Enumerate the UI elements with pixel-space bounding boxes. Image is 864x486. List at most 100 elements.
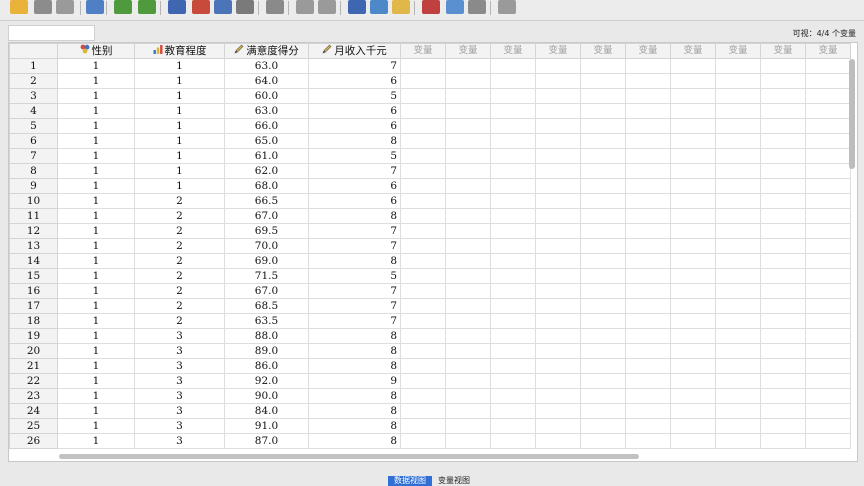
data-cell[interactable]: 63.5 [224, 313, 309, 329]
data-cell[interactable]: 1 [57, 103, 135, 119]
empty-cell[interactable] [535, 103, 581, 119]
empty-cell[interactable] [760, 343, 806, 359]
empty-cell[interactable] [805, 133, 851, 149]
row-number[interactable]: 15 [9, 268, 58, 284]
empty-cell[interactable] [535, 328, 581, 344]
empty-cell[interactable] [490, 298, 536, 314]
empty-cell[interactable] [535, 298, 581, 314]
data-cell[interactable]: 68.0 [224, 178, 309, 194]
empty-cell[interactable] [490, 283, 536, 299]
empty-cell[interactable] [760, 298, 806, 314]
empty-column-header[interactable]: 变量 [445, 43, 491, 59]
data-cell[interactable]: 1 [134, 73, 225, 89]
find-icon[interactable] [236, 0, 254, 14]
empty-cell[interactable] [715, 433, 761, 449]
empty-cell[interactable] [805, 388, 851, 404]
empty-cell[interactable] [400, 148, 446, 164]
tab-data-view[interactable]: 数据视图 [388, 476, 432, 486]
empty-cell[interactable] [670, 358, 716, 374]
empty-cell[interactable] [580, 73, 626, 89]
empty-cell[interactable] [490, 343, 536, 359]
data-cell[interactable]: 66.5 [224, 193, 309, 209]
data-cell[interactable]: 1 [57, 298, 135, 314]
vertical-scroll-thumb[interactable] [849, 59, 855, 169]
empty-cell[interactable] [445, 283, 491, 299]
empty-cell[interactable] [670, 343, 716, 359]
data-cell[interactable]: 88.0 [224, 328, 309, 344]
empty-cell[interactable] [400, 58, 446, 74]
empty-cell[interactable] [805, 148, 851, 164]
empty-cell[interactable] [445, 148, 491, 164]
data-cell[interactable]: 7 [308, 298, 401, 314]
empty-cell[interactable] [445, 208, 491, 224]
data-cell[interactable]: 1 [57, 193, 135, 209]
empty-cell[interactable] [805, 163, 851, 179]
data-cell[interactable]: 86.0 [224, 358, 309, 374]
empty-cell[interactable] [625, 118, 671, 134]
empty-cell[interactable] [670, 253, 716, 269]
empty-cell[interactable] [535, 148, 581, 164]
data-cell[interactable]: 1 [57, 388, 135, 404]
empty-cell[interactable] [760, 208, 806, 224]
empty-cell[interactable] [805, 283, 851, 299]
data-cell[interactable]: 89.0 [224, 343, 309, 359]
empty-column-header[interactable]: 变量 [580, 43, 626, 59]
empty-cell[interactable] [760, 403, 806, 419]
empty-cell[interactable] [625, 73, 671, 89]
empty-cell[interactable] [715, 163, 761, 179]
row-number[interactable]: 1 [9, 58, 58, 74]
empty-cell[interactable] [625, 103, 671, 119]
data-cell[interactable]: 1 [57, 133, 135, 149]
empty-cell[interactable] [670, 223, 716, 239]
empty-cell[interactable] [490, 88, 536, 104]
empty-cell[interactable] [760, 328, 806, 344]
empty-cell[interactable] [400, 373, 446, 389]
empty-cell[interactable] [580, 343, 626, 359]
empty-cell[interactable] [445, 253, 491, 269]
empty-cell[interactable] [760, 238, 806, 254]
empty-cell[interactable] [535, 133, 581, 149]
data-cell[interactable]: 1 [57, 253, 135, 269]
empty-cell[interactable] [760, 133, 806, 149]
empty-cell[interactable] [445, 328, 491, 344]
empty-cell[interactable] [670, 268, 716, 284]
data-cell[interactable]: 1 [57, 358, 135, 374]
empty-cell[interactable] [490, 223, 536, 239]
data-cell[interactable]: 1 [57, 433, 135, 449]
empty-cell[interactable] [445, 418, 491, 434]
empty-cell[interactable] [400, 328, 446, 344]
data-cell[interactable]: 8 [308, 358, 401, 374]
data-cell[interactable]: 1 [134, 178, 225, 194]
empty-cell[interactable] [670, 193, 716, 209]
empty-cell[interactable] [445, 163, 491, 179]
empty-cell[interactable] [715, 313, 761, 329]
empty-cell[interactable] [490, 313, 536, 329]
data-cell[interactable]: 1 [57, 163, 135, 179]
column-header[interactable]: 性别 [57, 43, 135, 59]
data-cell[interactable]: 1 [57, 328, 135, 344]
empty-cell[interactable] [715, 373, 761, 389]
empty-cell[interactable] [715, 298, 761, 314]
data-cell[interactable]: 2 [134, 208, 225, 224]
empty-cell[interactable] [625, 193, 671, 209]
empty-cell[interactable] [580, 388, 626, 404]
empty-cell[interactable] [670, 163, 716, 179]
data-cell[interactable]: 1 [57, 58, 135, 74]
empty-cell[interactable] [625, 298, 671, 314]
empty-cell[interactable] [400, 433, 446, 449]
data-cell[interactable]: 62.0 [224, 163, 309, 179]
empty-cell[interactable] [805, 208, 851, 224]
empty-cell[interactable] [400, 178, 446, 194]
empty-cell[interactable] [400, 163, 446, 179]
cell-address-field[interactable] [8, 25, 95, 41]
empty-cell[interactable] [580, 283, 626, 299]
empty-cell[interactable] [400, 268, 446, 284]
empty-cell[interactable] [760, 73, 806, 89]
row-number[interactable]: 16 [9, 283, 58, 299]
empty-cell[interactable] [625, 268, 671, 284]
empty-cell[interactable] [445, 313, 491, 329]
empty-cell[interactable] [670, 418, 716, 434]
data-cell[interactable]: 3 [134, 388, 225, 404]
empty-cell[interactable] [625, 433, 671, 449]
empty-cell[interactable] [535, 118, 581, 134]
